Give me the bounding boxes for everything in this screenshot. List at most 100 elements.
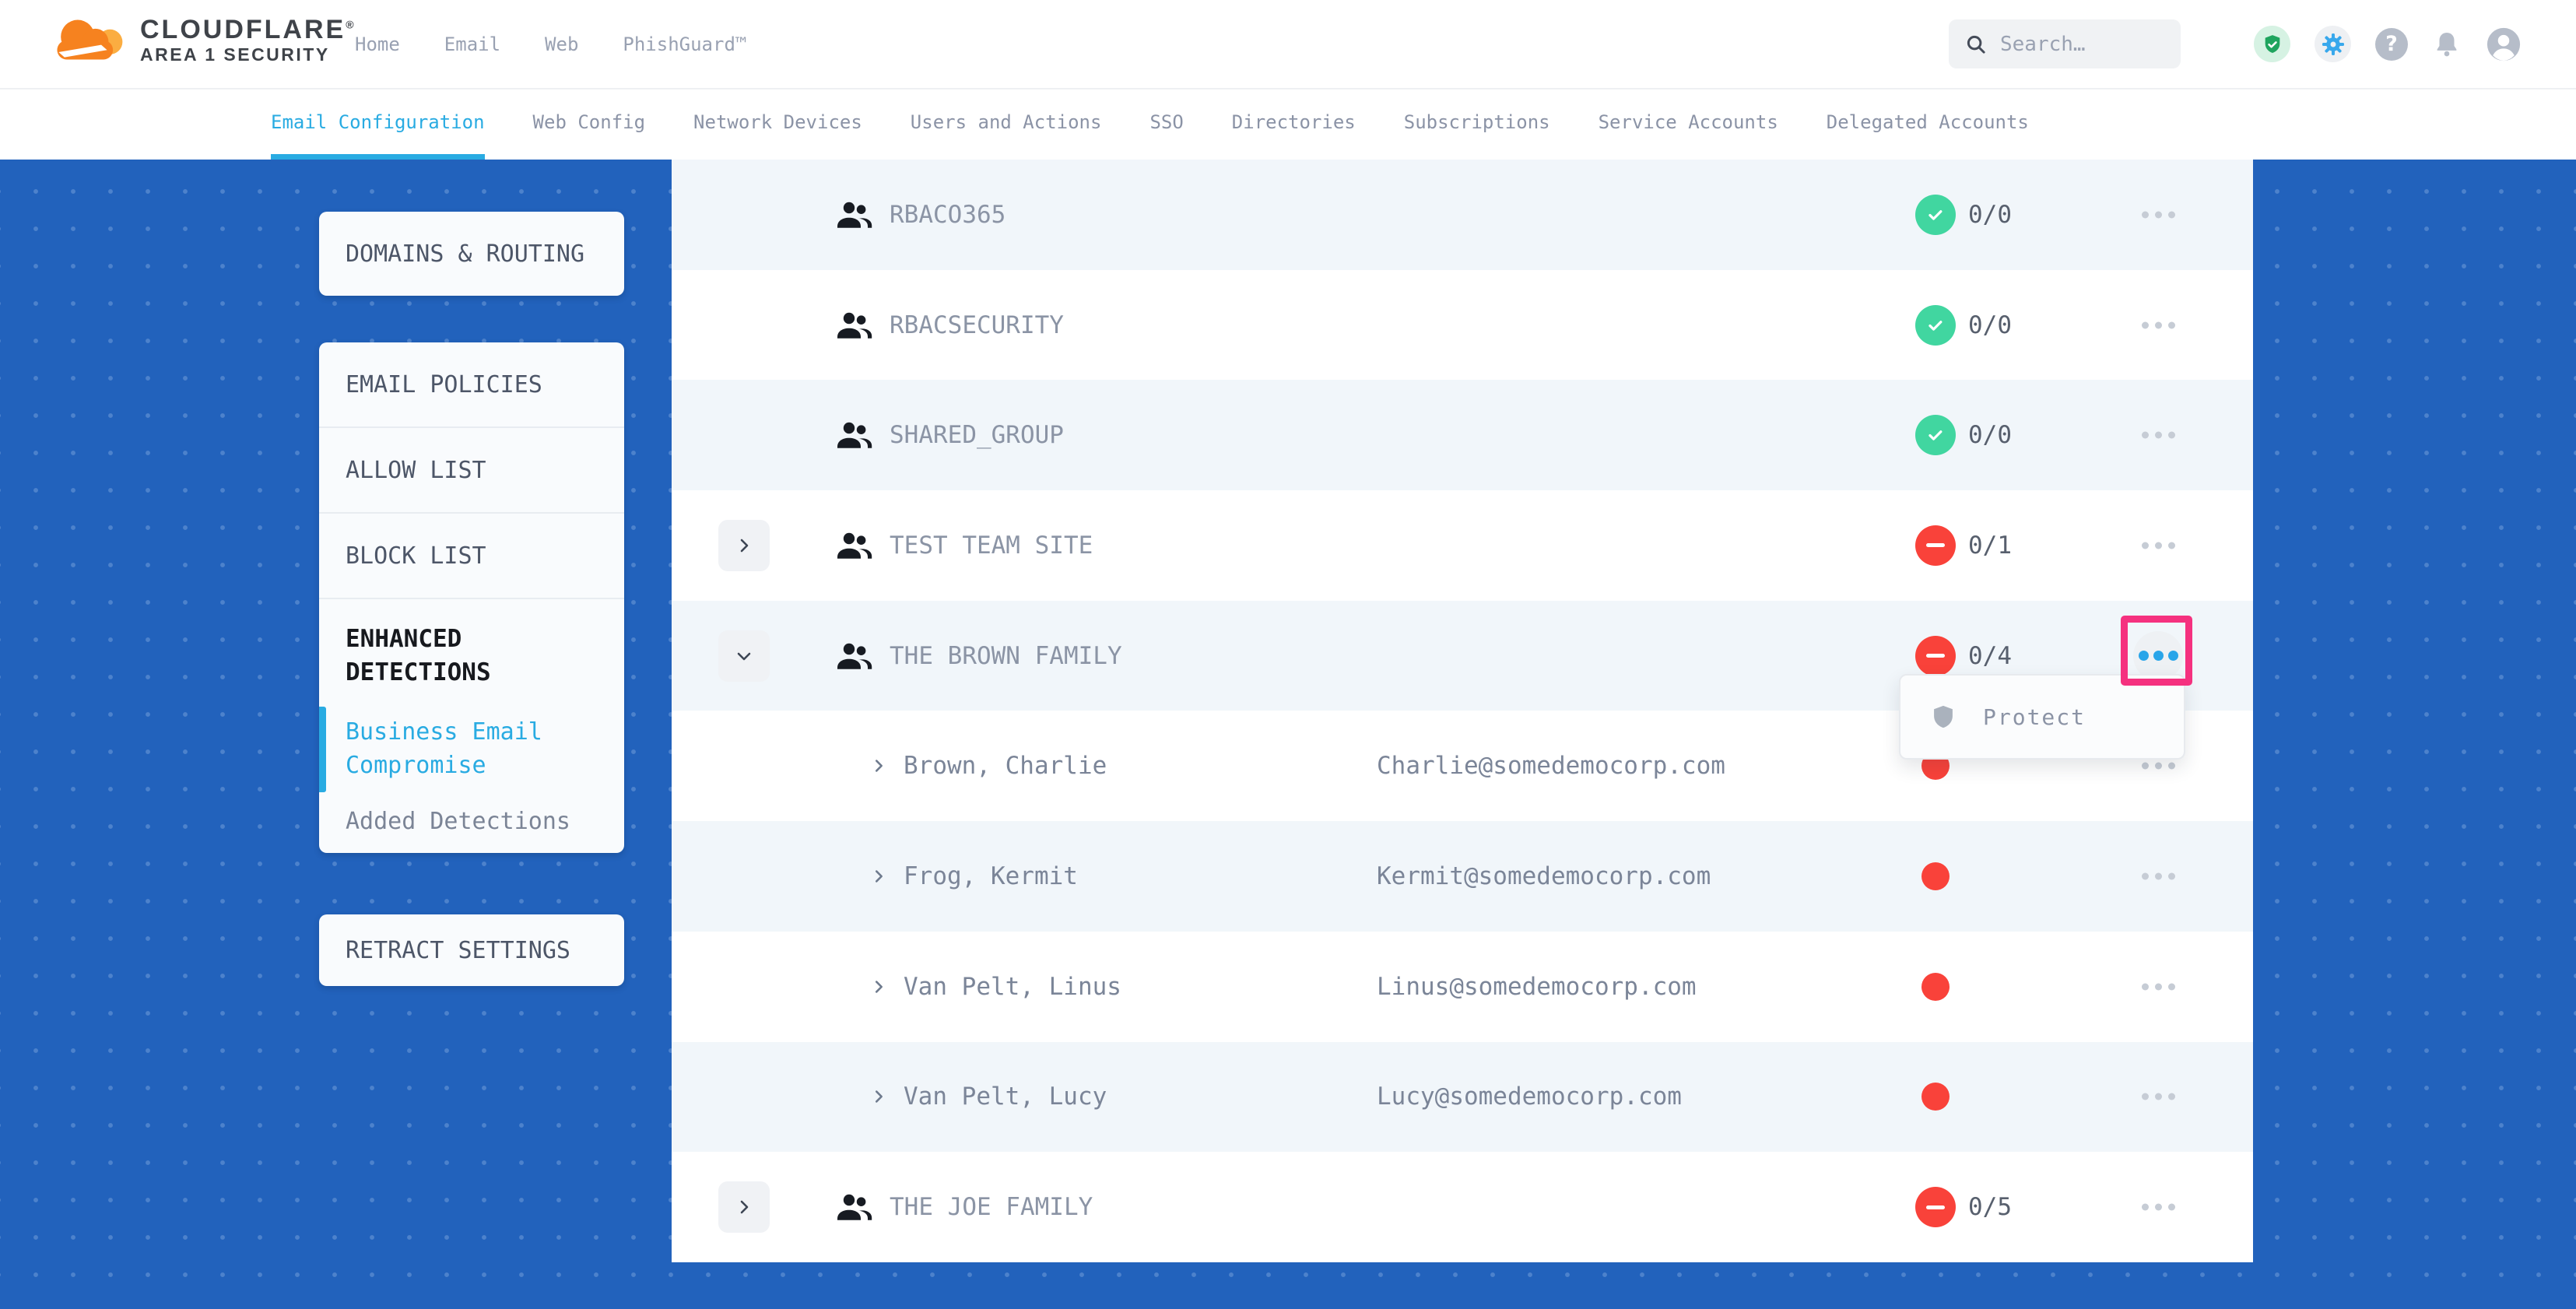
tab-web-config[interactable]: Web Config [533,89,646,160]
tab-delegated-accounts[interactable]: Delegated Accounts [1827,89,2029,160]
member-count: 0/4 [1968,642,2012,670]
status-unprotected-badge [1915,525,1956,566]
member-row: Van Pelt, Linus Linus@somedemocorp.com [672,932,2253,1042]
annotation-highlight-box [2121,616,2192,686]
member-email: Linus@somedemocorp.com [1377,973,1697,1001]
settings-gear-icon[interactable] [2315,26,2351,62]
member-name: Frog, Kermit [904,862,1078,890]
cloudflare-cloud-icon [48,14,129,65]
protect-menu-item[interactable]: Protect [1983,704,2086,730]
group-row: RBACSECURITY 0/0 [672,270,2253,381]
search-input[interactable] [1999,32,2157,57]
group-row: RBACO365 0/0 [672,160,2253,270]
row-menu-button[interactable] [2132,872,2185,879]
tab-sso[interactable]: SSO [1149,89,1183,160]
sidebar-policies-card: EMAIL POLICIES ALLOW LIST BLOCK LIST ENH… [319,342,624,853]
group-people-icon [835,196,872,233]
header-icon-cluster [2254,0,2522,88]
row-menu-button[interactable] [2132,1093,2185,1100]
tab-users-and-actions[interactable]: Users and Actions [911,89,1102,160]
alert-status-dot [1921,1083,1950,1111]
row-menu-button[interactable] [2132,1204,2185,1211]
top-header: CLOUDFLARE® AREA 1 SECURITY Home Email W… [0,0,2576,89]
row-context-menu: Protect [1899,674,2185,760]
primary-nav: Home Email Web PhishGuard™ [355,0,746,88]
group-name: THE BROWN FAMILY [890,642,1122,670]
account-avatar-icon[interactable] [2486,26,2522,62]
group-row: SHARED_GROUP 0/0 [672,380,2253,490]
group-row: THE JOE FAMILY 0/5 [672,1152,2253,1262]
member-name: Brown, Charlie [904,752,1107,780]
minus-icon [1926,1205,1945,1209]
section-tabbar: Email Configuration Web Config Network D… [0,89,2576,160]
row-menu-button[interactable] [2132,542,2185,549]
nav-item-phishguard[interactable]: PhishGuard™ [623,33,746,55]
search-icon [1964,33,1988,56]
minus-icon [1926,543,1945,547]
expand-row-button[interactable] [718,520,770,571]
collapse-row-button[interactable] [718,630,770,682]
enhanced-detections-section: ENHANCED DETECTIONS Business Email Compr… [319,599,624,838]
group-people-icon [835,637,872,675]
nav-item-home[interactable]: Home [355,33,400,55]
active-item-accent-bar [319,707,326,792]
tab-service-accounts[interactable]: Service Accounts [1599,89,1778,160]
member-row: Frog, Kermit Kermit@somedemocorp.com [672,821,2253,932]
row-menu-button[interactable] [2132,763,2185,770]
sidebar-item-allow-list[interactable]: ALLOW LIST [319,428,624,514]
sidebar-item-business-email-compromise[interactable]: Business Email Compromise [346,715,598,783]
sidebar-item-email-policies[interactable]: EMAIL POLICIES [319,342,624,428]
nav-item-web[interactable]: Web [545,33,578,55]
nav-item-email[interactable]: Email [444,33,500,55]
tab-directories[interactable]: Directories [1232,89,1356,160]
notifications-bell-icon[interactable] [2432,29,2462,60]
member-count: 0/1 [1968,532,2012,560]
groups-table: RBACO365 0/0 RBACSECURITY 0/0 [672,160,2253,1262]
status-unprotected-badge [1915,1187,1956,1227]
row-menu-button[interactable] [2132,211,2185,218]
row-menu-button[interactable] [2132,983,2185,990]
status-protected-badge [1915,305,1956,346]
status-protected-badge [1915,195,1956,235]
brand-name: CLOUDFLARE® [140,16,356,43]
group-name: RBACSECURITY [890,311,1064,339]
group-people-icon [835,307,872,344]
group-name: RBACO365 [890,201,1005,229]
expand-row-button[interactable] [718,1181,770,1233]
member-count: 0/5 [1968,1193,2012,1221]
group-name: SHARED_GROUP [890,421,1064,449]
security-status-shield-icon[interactable] [2254,26,2290,62]
minus-icon [1926,654,1945,658]
tab-email-configuration[interactable]: Email Configuration [271,89,485,160]
status-unprotected-badge [1915,636,1956,676]
group-people-icon [835,1188,872,1226]
group-name: TEST TEAM SITE [890,532,1093,560]
sidebar-item-retract-settings[interactable]: RETRACT SETTINGS [319,914,624,986]
member-caret-icon[interactable] [870,978,887,995]
brand-subtitle: AREA 1 SECURITY [140,46,356,64]
member-row: Van Pelt, Lucy Lucy@somedemocorp.com [672,1042,2253,1153]
chevron-down-icon [735,647,753,665]
sidebar-item-domains-routing[interactable]: DOMAINS & ROUTING [319,212,624,296]
row-menu-button[interactable] [2132,432,2185,439]
member-count: 0/0 [1968,421,2012,449]
shield-icon [1930,701,1957,732]
member-count: 0/0 [1968,311,2012,339]
tab-subscriptions[interactable]: Subscriptions [1404,89,1550,160]
help-icon[interactable] [2375,28,2408,61]
alert-status-dot [1921,973,1950,1001]
row-menu-button[interactable] [2132,321,2185,328]
search-box[interactable] [1949,19,2181,68]
group-people-icon [835,527,872,564]
sidebar-item-block-list[interactable]: BLOCK LIST [319,514,624,599]
member-name: Van Pelt, Linus [904,973,1121,1001]
member-caret-icon[interactable] [870,1088,887,1105]
group-name: THE JOE FAMILY [890,1193,1093,1221]
sidebar-item-added-detections[interactable]: Added Detections [346,805,598,839]
area1-security-app: CLOUDFLARE® AREA 1 SECURITY Home Email W… [0,0,2576,1309]
tab-network-devices[interactable]: Network Devices [693,89,862,160]
chevron-right-icon [735,536,753,555]
member-caret-icon[interactable] [870,757,887,774]
member-caret-icon[interactable] [870,868,887,885]
cloudflare-logo[interactable]: CLOUDFLARE® AREA 1 SECURITY [48,14,356,65]
